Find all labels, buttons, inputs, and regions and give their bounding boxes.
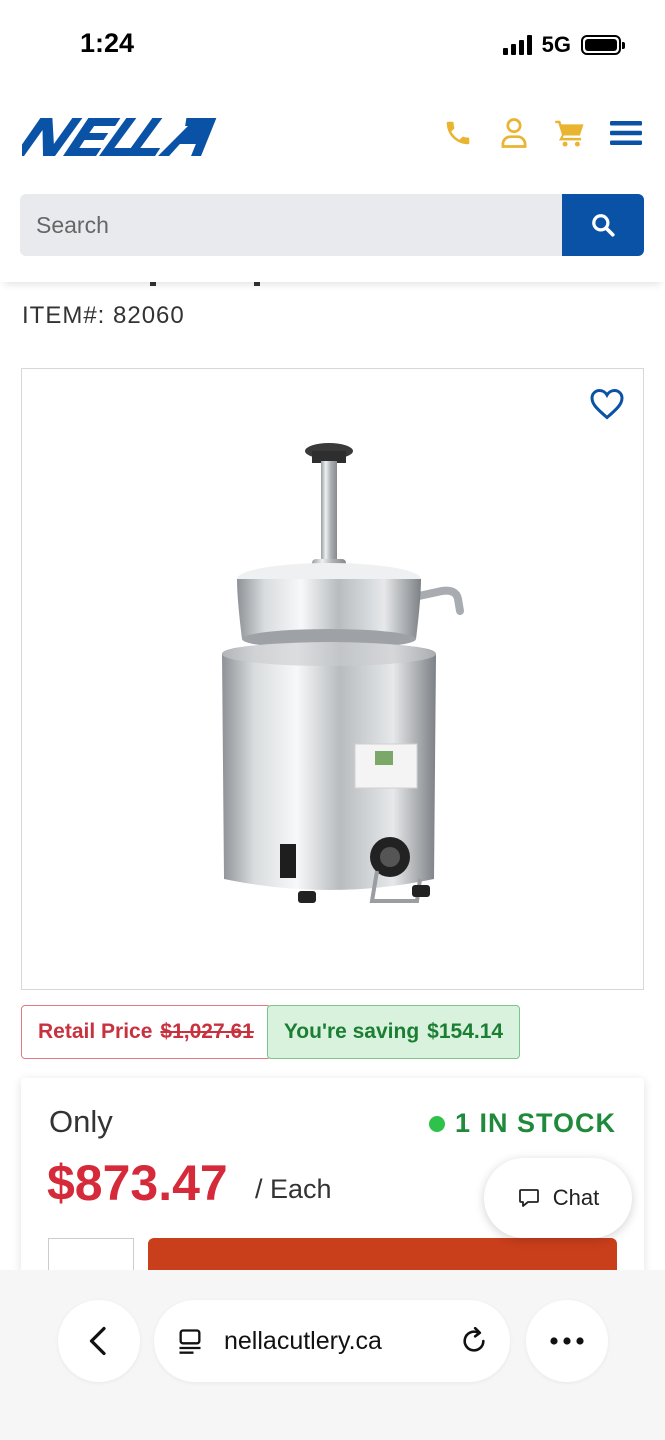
retail-price-value: $1,027.61 bbox=[160, 1020, 254, 1043]
only-label: Only bbox=[49, 1104, 113, 1139]
browser-toolbar: nellacutlery.ca bbox=[0, 1270, 665, 1440]
product-image-frame bbox=[21, 368, 644, 990]
url-text: nellacutlery.ca bbox=[224, 1326, 382, 1355]
saving-badge: You're saving $154.14 bbox=[266, 1005, 521, 1059]
battery-icon bbox=[581, 35, 625, 55]
header-actions bbox=[441, 116, 643, 150]
nella-logo[interactable] bbox=[22, 114, 226, 160]
menu-icon[interactable] bbox=[609, 116, 643, 150]
chat-bubble-icon bbox=[518, 1189, 539, 1207]
price-badges: Retail Price $1,027.61 You're saving $15… bbox=[21, 1005, 521, 1059]
search-button[interactable] bbox=[562, 194, 644, 256]
retail-price-badge: Retail Price $1,027.61 bbox=[21, 1005, 271, 1059]
status-time: 1:24 bbox=[80, 28, 135, 58]
search-input[interactable] bbox=[20, 194, 562, 256]
saving-label: You're saving bbox=[283, 1020, 420, 1043]
more-button[interactable] bbox=[526, 1300, 608, 1382]
network-type: 5G bbox=[541, 32, 571, 57]
product-image[interactable] bbox=[212, 439, 512, 919]
site-header bbox=[0, 100, 665, 282]
stock-status: 1 IN STOCK bbox=[428, 1108, 616, 1139]
saving-amount: $154.14 bbox=[427, 1020, 504, 1043]
more-dots-icon bbox=[550, 1337, 584, 1345]
user-icon[interactable] bbox=[497, 116, 531, 150]
back-button[interactable] bbox=[58, 1300, 140, 1382]
search-bar bbox=[20, 194, 644, 256]
page-menu-icon[interactable] bbox=[176, 1327, 204, 1355]
price-unit: / Each bbox=[255, 1174, 332, 1204]
cart-icon[interactable] bbox=[553, 116, 587, 150]
in-stock-dot-icon bbox=[428, 1115, 445, 1132]
item-number: ITEM#: 82060 bbox=[22, 302, 185, 329]
status-indicators: 5G bbox=[502, 32, 625, 58]
heart-icon[interactable] bbox=[589, 387, 625, 421]
reload-icon[interactable] bbox=[460, 1327, 488, 1355]
stock-text: 1 IN STOCK bbox=[454, 1108, 616, 1138]
chat-button[interactable]: Chat bbox=[484, 1158, 632, 1238]
search-icon bbox=[592, 214, 615, 237]
chat-label: Chat bbox=[552, 1185, 600, 1210]
product-price: $873.47 bbox=[47, 1155, 228, 1211]
retail-price-label: Retail Price bbox=[38, 1020, 153, 1043]
chevron-left-icon bbox=[89, 1326, 106, 1356]
address-bar[interactable]: nellacutlery.ca bbox=[154, 1300, 510, 1382]
signal-icon bbox=[502, 35, 532, 55]
status-bar: 1:24 5G bbox=[0, 0, 665, 90]
phone-icon[interactable] bbox=[441, 116, 475, 150]
